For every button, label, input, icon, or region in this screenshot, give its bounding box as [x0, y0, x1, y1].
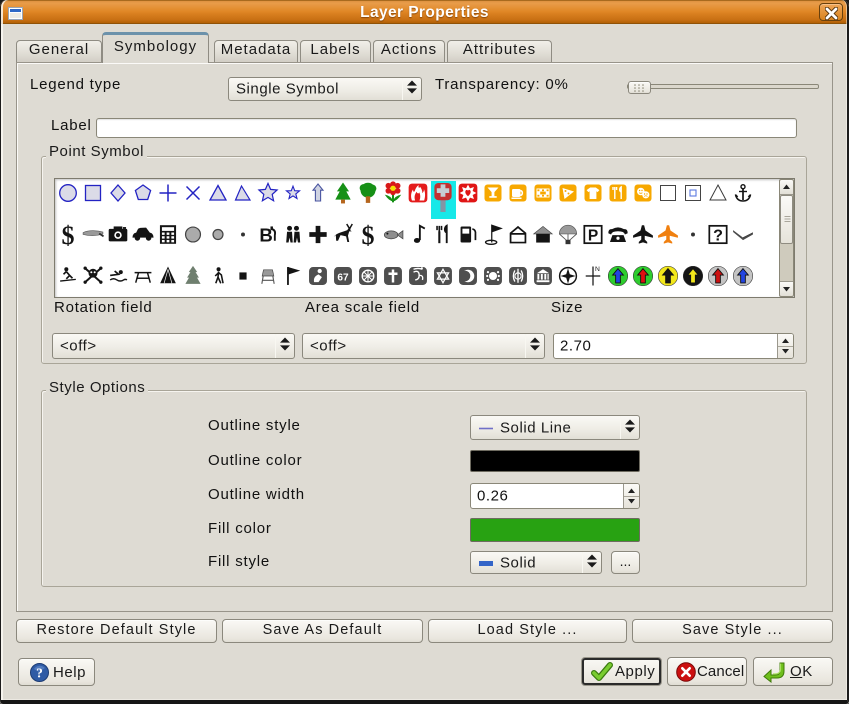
- svg-text:$: $: [61, 221, 74, 250]
- svg-text:$: $: [361, 221, 374, 250]
- svg-text:N: N: [595, 266, 600, 273]
- svg-text:?: ?: [36, 666, 43, 681]
- svg-text:67: 67: [337, 272, 349, 283]
- svg-text:?: ?: [713, 227, 723, 245]
- svg-text:P: P: [588, 227, 598, 244]
